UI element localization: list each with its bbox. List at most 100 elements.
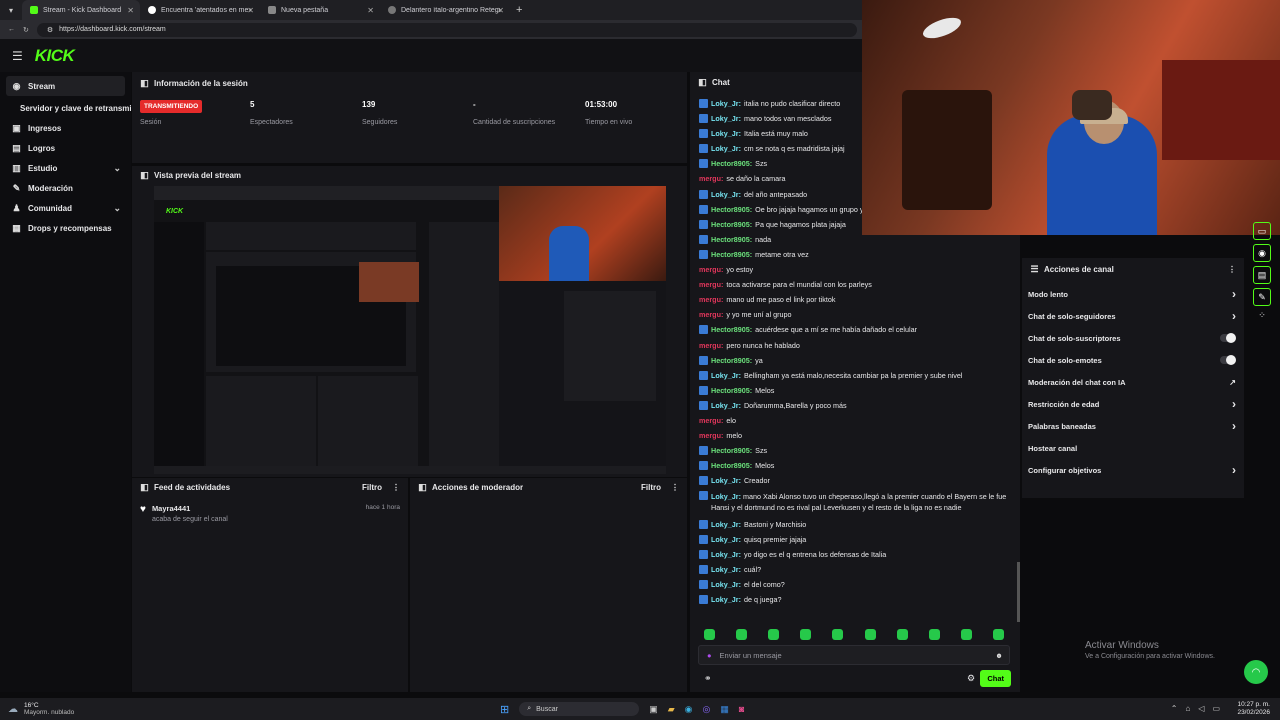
- chat-message[interactable]: mergu: elo: [690, 416, 1016, 425]
- emote-icon[interactable]: [736, 629, 748, 640]
- toggle-switch[interactable]: [1220, 355, 1236, 365]
- kick-logo[interactable]: KICK: [35, 46, 75, 66]
- chat-message[interactable]: Loky_Jr: Creador: [690, 476, 1016, 486]
- chat-message[interactable]: mergu: pero nunca he hablado: [690, 341, 1016, 350]
- chat-message[interactable]: Hector8905: acuérdese que a mí se me habí…: [690, 325, 1016, 335]
- chat-username[interactable]: Hector8905:: [711, 446, 752, 455]
- chat-username[interactable]: Hector8905:: [711, 356, 752, 365]
- instagram-icon[interactable]: ◙: [739, 704, 744, 714]
- sidebar-item-ingresos[interactable]: ▣ Ingresos: [0, 118, 131, 138]
- browser-app-icon[interactable]: ◎: [703, 704, 711, 715]
- chat-message[interactable]: Loky_Jr: cuál?: [690, 564, 1016, 574]
- chat-username[interactable]: Loky_Jr:: [711, 401, 741, 410]
- tab-news[interactable]: Delantero ítalo-argentino Retegui ✕: [380, 0, 510, 20]
- reload-icon[interactable]: ↻: [23, 26, 29, 34]
- channel-option[interactable]: Configurar objetivos ›: [1022, 459, 1244, 481]
- send-chat-button[interactable]: Chat: [980, 670, 1011, 687]
- more-options-icon[interactable]: ⋮: [392, 483, 400, 492]
- new-tab-icon[interactable]: +: [510, 4, 522, 16]
- url-field[interactable]: ⚙ https://dashboard.kick.com/stream: [36, 22, 857, 37]
- chat-username[interactable]: Loky_Jr:: [711, 371, 741, 380]
- weather-widget[interactable]: ☁ 16°C Mayorm. nublado: [0, 702, 200, 716]
- channel-option[interactable]: Modo lento ›: [1022, 283, 1244, 305]
- chat-username[interactable]: Hector8905:: [711, 235, 752, 244]
- tab-search[interactable]: Encuentra 'atentados en mexico 2(✕: [140, 0, 260, 20]
- chat-username[interactable]: Hector8905:: [711, 250, 752, 259]
- chat-message[interactable]: Hector8905: Szs: [690, 446, 1016, 456]
- chat-username[interactable]: Hector8905:: [711, 220, 752, 229]
- chat-message[interactable]: Hector8905: Melos: [690, 385, 1016, 395]
- chat-message[interactable]: Loky_Jr: quisq premier jajaja: [690, 534, 1016, 544]
- chat-message[interactable]: Loky_Jr: yo digo es el q entrena los defe…: [690, 549, 1016, 559]
- back-icon[interactable]: ←: [8, 26, 15, 33]
- mod-filter-button[interactable]: Filtro: [641, 483, 661, 492]
- sidebar-item-server-key[interactable]: Servidor y clave de retransmisión: [0, 98, 131, 118]
- sidebar-item-drops[interactable]: ▦ Drops y recompensas: [0, 218, 131, 238]
- chat-username[interactable]: Loky_Jr:: [711, 535, 741, 544]
- channel-option[interactable]: Palabras baneadas ›: [1022, 415, 1244, 437]
- chat-username[interactable]: mergu:: [699, 280, 723, 289]
- chat-message[interactable]: Hector8905: nada: [690, 234, 1016, 244]
- chat-username[interactable]: Loky_Jr:: [711, 595, 741, 604]
- emote-icon[interactable]: [704, 629, 715, 640]
- chat-settings-icon[interactable]: ⚭: [704, 673, 712, 684]
- feed-user[interactable]: Mayra4441: [152, 504, 228, 513]
- channel-option[interactable]: Chat de solo-emotes: [1022, 349, 1244, 371]
- tab-new[interactable]: Nueva pestaña ✕: [260, 0, 380, 20]
- emote-icon[interactable]: [992, 629, 1004, 640]
- chat-username[interactable]: Loky_Jr:: [711, 580, 741, 589]
- chat-username[interactable]: Loky_Jr:: [711, 565, 741, 574]
- chat-username[interactable]: Loky_Jr:: [711, 144, 741, 153]
- sidebar-item-comunidad[interactable]: ♟ Comunidad ⌄: [0, 198, 131, 218]
- battery-icon[interactable]: ▭: [1212, 704, 1220, 713]
- microphone-icon[interactable]: ●: [707, 651, 712, 660]
- broadcast-tool-button[interactable]: ◉: [1253, 244, 1271, 262]
- network-icon[interactable]: ⌂: [1185, 704, 1190, 713]
- chat-message[interactable]: Loky_Jr: mano Xabi Alonso tuvo un cheper…: [690, 491, 1016, 513]
- chat-message[interactable]: Hector8905: metame otra vez: [690, 249, 1016, 259]
- emote-icon[interactable]: [928, 629, 940, 640]
- emote-icon[interactable]: [768, 629, 780, 640]
- chat-username[interactable]: Loky_Jr:: [711, 550, 741, 559]
- emote-icon[interactable]: [896, 629, 908, 640]
- chat-scrollbar[interactable]: [1017, 562, 1020, 622]
- emote-icon[interactable]: [864, 629, 876, 640]
- chat-username[interactable]: Loky_Jr:: [711, 99, 741, 108]
- channel-option[interactable]: Hostear canal: [1022, 437, 1244, 459]
- chat-username[interactable]: mergu:: [699, 265, 723, 274]
- chat-username[interactable]: mergu:: [699, 416, 723, 425]
- chat-input[interactable]: ● Enviar un mensaje ☻: [698, 645, 1010, 665]
- chat-message[interactable]: Hector8905: Melos: [690, 461, 1016, 471]
- channel-option[interactable]: Restricción de edad ›: [1022, 393, 1244, 415]
- share-icon[interactable]: ⁘: [1250, 310, 1274, 321]
- chat-message[interactable]: mergu: yo estoy: [690, 265, 1016, 274]
- chat-username[interactable]: mergu:: [699, 295, 723, 304]
- channel-option[interactable]: Chat de solo-suscriptores: [1022, 327, 1244, 349]
- toggle-switch[interactable]: [1220, 333, 1236, 343]
- tab-menu-icon[interactable]: ▾: [0, 6, 22, 15]
- chat-username[interactable]: Loky_Jr:: [711, 520, 741, 529]
- edge-icon[interactable]: ◉: [685, 704, 693, 715]
- chat-message[interactable]: Loky_Jr: Bellingham ya está malo,necesita…: [690, 370, 1016, 380]
- chat-username[interactable]: Hector8905:: [711, 159, 752, 168]
- chat-message[interactable]: Loky_Jr: Bastoni y Marchisio: [690, 519, 1016, 529]
- chat-message[interactable]: Hector8905: ya: [690, 355, 1016, 365]
- channel-option[interactable]: Chat de solo-seguidores ›: [1022, 305, 1244, 327]
- folder-icon[interactable]: ▰: [668, 704, 675, 715]
- site-info-icon[interactable]: ⚙: [47, 26, 53, 34]
- hamburger-menu-icon[interactable]: ☰: [12, 49, 23, 63]
- chat-message[interactable]: mergu: toca activarse para el mundial con…: [690, 280, 1016, 289]
- chat-username[interactable]: mergu:: [699, 431, 723, 440]
- chat-username[interactable]: Hector8905:: [711, 461, 752, 470]
- chat-message[interactable]: mergu: y yo me uní al grupo: [690, 310, 1016, 319]
- chat-username[interactable]: Loky_Jr:: [711, 129, 741, 138]
- chevron-up-icon[interactable]: ⌃: [1171, 704, 1178, 713]
- chat-message[interactable]: Loky_Jr: Doñarumma,Barella y poco más: [690, 400, 1016, 410]
- more-options-icon[interactable]: ⋮: [671, 483, 679, 492]
- channel-option[interactable]: Moderación del chat con IA ↗: [1022, 371, 1244, 393]
- chat-username[interactable]: mergu:: [699, 174, 723, 183]
- emote-icon[interactable]: [832, 629, 844, 640]
- chat-username[interactable]: Loky_Jr:: [711, 476, 741, 485]
- sidebar-item-moderacion[interactable]: ✎ Moderación: [0, 178, 131, 198]
- chat-username[interactable]: mergu:: [699, 310, 723, 319]
